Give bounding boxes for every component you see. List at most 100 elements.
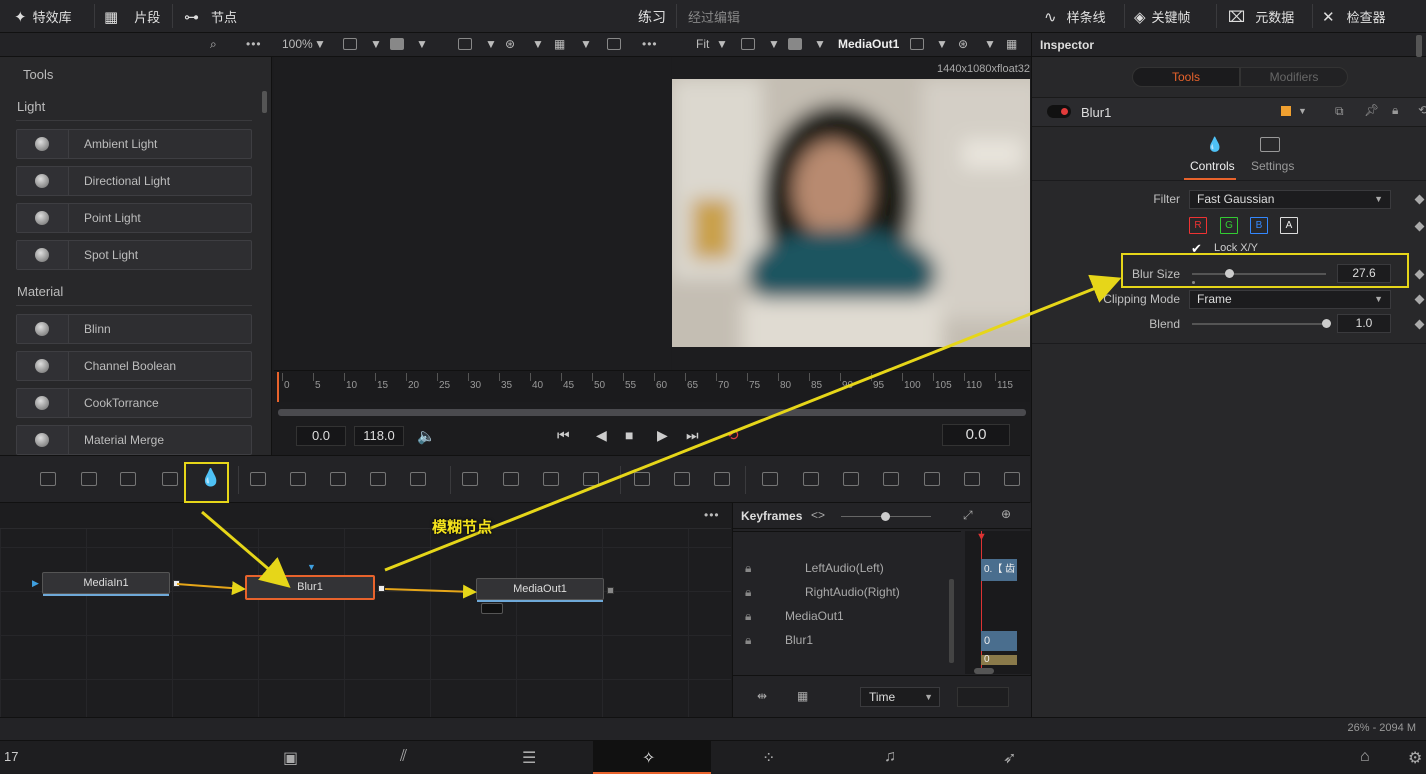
tool-point-light[interactable]: Point Light xyxy=(16,203,252,233)
keyframe-diamond-icon[interactable] xyxy=(1414,194,1425,205)
color-channels-icon[interactable]: ⊛ xyxy=(958,37,968,51)
spline-button[interactable]: ∿ 样条线 xyxy=(1044,0,1106,33)
fairlight-page-icon[interactable]: ♫ xyxy=(884,748,896,766)
tool-icon[interactable] xyxy=(250,472,266,486)
tool-icon[interactable] xyxy=(583,472,599,486)
time-dropdown[interactable]: Time ▼ xyxy=(860,687,940,707)
tool-blinn[interactable]: Blinn xyxy=(16,314,252,344)
tool-icon[interactable] xyxy=(330,472,346,486)
speaker-icon[interactable]: 🔈 xyxy=(417,427,436,445)
fit-icon[interactable]: ⤢ xyxy=(963,508,973,523)
tool-icon[interactable] xyxy=(634,472,650,486)
kf-track-block[interactable]: 0 xyxy=(981,631,1017,651)
tool-icon[interactable] xyxy=(543,472,559,486)
timeline-ruler[interactable]: 0 5 10 15 20 25 30 35 40 45 50 55 60 65 70 75 80 85 90 95 10… xyxy=(274,370,1030,402)
effects-library-button[interactable]: ✦ 特效库 xyxy=(14,0,72,33)
clipping-mode-dropdown[interactable]: Frame ▼ xyxy=(1189,290,1391,309)
node-blur1[interactable]: Blur1 xyxy=(245,575,375,600)
grid-view-icon[interactable] xyxy=(910,38,924,50)
keyframe-diamond-icon[interactable] xyxy=(1414,294,1425,305)
scrollbar[interactable] xyxy=(974,668,994,674)
color-page-icon[interactable]: ⁘ xyxy=(762,748,775,768)
lock-icon[interactable]: 🔒︎ xyxy=(745,609,751,624)
color-channels-icon[interactable]: ⊛ xyxy=(505,37,515,51)
view-toggle-icon[interactable] xyxy=(481,603,503,614)
node-color-swatch[interactable] xyxy=(1281,106,1291,116)
gear-icon[interactable]: ⚙ xyxy=(1408,748,1422,768)
channel-r-toggle[interactable]: R xyxy=(1189,217,1207,234)
tool-icon[interactable] xyxy=(81,472,97,486)
pin-icon[interactable]: 📌︎ xyxy=(1364,103,1379,117)
clips-button[interactable]: ▦ 片段 xyxy=(104,0,160,33)
tool-icon[interactable] xyxy=(762,472,778,486)
node-enable-toggle[interactable] xyxy=(1047,105,1071,118)
blur-drop-icon[interactable]: 💧 xyxy=(200,468,221,488)
expand-icon[interactable]: <> xyxy=(811,508,825,522)
view-icon[interactable] xyxy=(788,38,802,50)
tab-settings[interactable]: Settings xyxy=(1251,159,1294,173)
reset-icon[interactable]: ⟲ xyxy=(1418,103,1426,117)
tool-icon[interactable] xyxy=(370,472,386,486)
search-icon[interactable]: ⌕ xyxy=(210,37,217,52)
output-port[interactable] xyxy=(378,585,385,592)
left-viewer[interactable] xyxy=(274,57,671,370)
tool-icon[interactable] xyxy=(410,472,426,486)
grid-icon[interactable]: ▦ xyxy=(1006,37,1017,51)
grid-icon[interactable]: ▦ xyxy=(554,37,565,51)
blend-knob[interactable] xyxy=(1321,319,1331,328)
tool-icon[interactable] xyxy=(162,472,178,486)
blend-field[interactable]: 1.0 xyxy=(1337,314,1391,333)
output-port[interactable] xyxy=(173,580,180,587)
filter-dropdown[interactable]: Fast Gaussian ▼ xyxy=(1189,190,1391,209)
more-options-icon[interactable]: ••• xyxy=(246,37,262,51)
keyframe-diamond-icon[interactable] xyxy=(1414,269,1425,280)
layout-icon[interactable] xyxy=(741,38,755,50)
tool-icon[interactable] xyxy=(803,472,819,486)
kf-track-block[interactable]: 0.【 齿 xyxy=(981,559,1017,581)
nodes-button[interactable]: ⊶ 节点 xyxy=(184,0,237,33)
tab-tools[interactable]: Tools xyxy=(1132,67,1240,87)
tool-icon[interactable] xyxy=(964,472,980,486)
tool-spot-light[interactable]: Spot Light xyxy=(16,240,252,270)
start-time-field[interactable]: 0.0 xyxy=(296,426,346,446)
tool-icon[interactable] xyxy=(290,472,306,486)
zoom-icon[interactable]: ⊕ xyxy=(1001,507,1011,521)
frame-icon[interactable] xyxy=(607,38,621,50)
edit-page-icon[interactable]: ☰ xyxy=(522,748,536,768)
time-value-field[interactable] xyxy=(957,687,1009,707)
channel-a-toggle[interactable]: A xyxy=(1280,217,1298,234)
playhead[interactable] xyxy=(277,372,279,402)
inspector-button[interactable]: ✕ 检查器 xyxy=(1322,0,1386,33)
tool-icon[interactable] xyxy=(503,472,519,486)
tab-modifiers[interactable]: Modifiers xyxy=(1240,67,1348,87)
node-mediaout1[interactable]: MediaOut1 xyxy=(476,578,604,602)
layout-icon[interactable] xyxy=(343,38,357,50)
view-icon[interactable] xyxy=(390,38,404,50)
left-zoom[interactable]: 100% xyxy=(282,37,313,51)
scrollbar[interactable] xyxy=(1416,35,1422,57)
tool-channel-boolean[interactable]: Channel Boolean xyxy=(16,351,252,381)
node-editor[interactable] xyxy=(0,503,731,717)
tool-icon[interactable] xyxy=(674,472,690,486)
lock-icon[interactable]: 🔒︎ xyxy=(745,585,751,600)
tool-icon[interactable] xyxy=(40,472,56,486)
end-time-field[interactable]: 118.0 xyxy=(354,426,404,446)
tool-icon[interactable] xyxy=(924,472,940,486)
lock-icon[interactable]: 🔒︎ xyxy=(1392,103,1398,118)
spreadsheet-icon[interactable]: ▦ xyxy=(797,689,808,703)
tool-icon[interactable] xyxy=(714,472,730,486)
stop-icon[interactable]: ■ xyxy=(625,427,633,443)
timeline-scrubber[interactable] xyxy=(278,409,1026,416)
keyframes-button[interactable]: ◈ 关键帧 xyxy=(1134,0,1191,33)
fusion-page-tab[interactable]: ✧ xyxy=(593,741,711,774)
tool-icon[interactable] xyxy=(843,472,859,486)
play-icon[interactable]: ▶ xyxy=(657,427,668,444)
chevron-down-icon[interactable]: ▼ xyxy=(1298,106,1307,116)
tool-icon[interactable] xyxy=(462,472,478,486)
keyframe-diamond-icon[interactable] xyxy=(1414,221,1425,232)
cut-page-icon[interactable]: ⫽ xyxy=(400,748,407,766)
media-page-icon[interactable]: ▣ xyxy=(283,748,298,768)
tab-controls[interactable]: Controls xyxy=(1190,159,1235,173)
tool-icon[interactable] xyxy=(1004,472,1020,486)
lock-icon[interactable]: 🔒︎ xyxy=(745,633,751,648)
